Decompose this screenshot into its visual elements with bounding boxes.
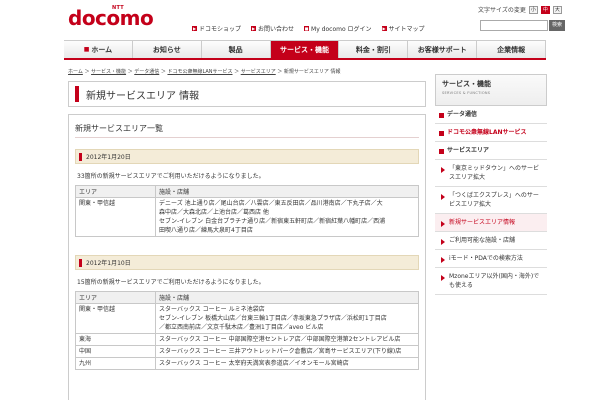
breadcrumb-wifi[interactable]: ドコモ公衆無線LANサービス <box>167 69 232 75</box>
table-header-row: エリア 施設・店舗 <box>75 291 419 304</box>
area-cell: 関東・甲信越 <box>75 197 156 237</box>
sidebar-item-mzone[interactable]: Mzoneエリア以外(国内・海外)でも使える <box>435 268 547 295</box>
table-row: 九州 スターバックス コーヒー 太宰府天満宮表参道店／イオンモール宮崎店 <box>75 357 419 370</box>
header: NTT docomo 文字サイズの変更 小 中 大 ▶ ドコモショップ ▶ お問い合… <box>0 0 610 38</box>
content-panel: 新規サービスエリア一覧 2012年1月20日 33箇所の新規サービスエリアでご利… <box>68 114 426 400</box>
lock-icon: ■ <box>304 26 310 31</box>
home-icon: ■ <box>83 46 90 53</box>
breadcrumb-area[interactable]: サービスエリア <box>241 69 276 75</box>
global-nav: ■ ホーム お知らせ 製品 サービス・機能 料金・割引 お客様サポート 企業情報 <box>64 40 547 60</box>
column-header-shop: 施設・店舗 <box>155 291 419 304</box>
shop-cell: スターバックス コーヒー 中部国際空港セントレア店／中部国際空港第2セントレアビ… <box>155 333 419 346</box>
shop-cell: デニーズ 池上通り店／尾山台店／八雲店／東五反田店／品川港南店／下丸子店／大 森… <box>155 197 419 237</box>
sidebar-title: サービス・機能 <box>442 80 491 88</box>
sidebar-item-imode-search[interactable]: iモード・PDAでの検索方法 <box>435 250 547 268</box>
table-row: 中国 スターバックス コーヒー 三井アウトレットパーク倉敷店／宮島サービスエリア… <box>75 345 419 358</box>
arrow-icon: ▶ <box>381 26 387 31</box>
date-heading: 2012年1月20日 <box>75 149 419 164</box>
util-link-shop[interactable]: ▶ ドコモショップ <box>192 24 241 33</box>
sidebar-subtitle: SERVICES & FUNCTIONS <box>442 91 491 95</box>
date-heading: 2012年1月10日 <box>75 255 419 270</box>
text-size-medium-button[interactable]: 中 <box>540 5 550 14</box>
divider <box>75 137 419 138</box>
text-size-label: 文字サイズの変更 <box>478 7 526 14</box>
page: NTT docomo 文字サイズの変更 小 中 大 ▶ ドコモショップ ▶ お問い合… <box>0 0 610 400</box>
nav-services[interactable]: サービス・機能 <box>270 41 340 58</box>
page-title-box: 新規サービスエリア 情報 <box>68 81 426 107</box>
table-row: 東海 スターバックス コーヒー 中部国際空港セントレア店／中部国際空港第2セント… <box>75 333 419 346</box>
column-header-area: エリア <box>75 185 156 198</box>
sidebar-item-data[interactable]: データ通信 <box>435 106 547 124</box>
nav-home[interactable]: ■ ホーム <box>64 41 133 58</box>
util-link-contact[interactable]: ▶ お問い合わせ <box>251 24 294 33</box>
breadcrumb-services[interactable]: サービス・機能 <box>91 69 126 75</box>
nav-corporate[interactable]: 企業情報 <box>477 41 547 58</box>
table-header-row: エリア 施設・店舗 <box>75 185 419 198</box>
search-input[interactable] <box>480 20 548 31</box>
nav-support[interactable]: お客様サポート <box>408 41 478 58</box>
shop-line: デニーズ 池上通り店／尾山台店／八雲店／東五反田店／品川港南店／下丸子店／大 <box>159 200 383 207</box>
breadcrumb-data[interactable]: データ通信 <box>134 69 159 75</box>
nav-news[interactable]: お知らせ <box>133 41 202 58</box>
area-cell: 関東・甲信越 <box>75 303 156 334</box>
title-accent-bar <box>75 86 79 102</box>
text-size-large-button[interactable]: 大 <box>552 5 562 14</box>
sidebar-item-midtown[interactable]: 「東京ミッドタウン」へのサービスエリア拡大 <box>435 160 547 187</box>
shop-line: 森中店／大森北店／上池台店／葛西店 他 <box>159 209 269 216</box>
text-size-small-button[interactable]: 小 <box>528 5 538 14</box>
sidebar-header: サービス・機能 SERVICES & FUNCTIONS <box>435 74 547 106</box>
shop-cell: スターバックス コーヒー 太宰府天満宮表参道店／イオンモール宮崎店 <box>155 357 419 370</box>
shop-line: スターバックス コーヒー ルミネ池袋店 <box>159 306 265 313</box>
util-link-mydocomo[interactable]: ■ My docomo ログイン <box>304 24 372 33</box>
sidebar-item-facilities[interactable]: ご利用可能な施設・店舗 <box>435 232 547 250</box>
sidebar-item-service-area[interactable]: サービスエリア <box>435 142 547 160</box>
utility-links: ▶ ドコモショップ ▶ お問い合わせ ■ My docomo ログイン ▶ サイトマップ <box>192 24 425 33</box>
area-cell: 九州 <box>75 357 156 370</box>
sidebar: サービス・機能 SERVICES & FUNCTIONS データ通信 ドコモ公衆… <box>435 74 547 295</box>
util-link-sitemap[interactable]: ▶ サイトマップ <box>381 24 425 33</box>
sidebar-item-tsukuba[interactable]: 「つくばエクスプレス」へのサービスエリア拡大 <box>435 187 547 214</box>
shop-line: ／都立西南前店／文京千駄木店／豊洲1丁目店／aveo ビル店 <box>159 324 324 331</box>
logo-ntt: NTT <box>112 5 125 11</box>
arrow-icon: ▶ <box>251 26 257 31</box>
sidebar-item-new-areas[interactable]: 新規サービスエリア情報 <box>435 214 547 232</box>
sidebar-item-wifi[interactable]: ドコモ公衆無線LANサービス <box>435 124 547 142</box>
search-button[interactable]: 検索 <box>549 20 565 31</box>
block-description: 33箇所の新規サービスエリアでご利用いただけるようになりました。 <box>77 173 265 180</box>
breadcrumb-home[interactable]: ホーム <box>68 69 83 75</box>
block-description: 15箇所の新規サービスエリアでご利用いただけるようになりました。 <box>77 279 265 286</box>
page-title: 新規サービスエリア 情報 <box>86 90 200 102</box>
nav-pricing[interactable]: 料金・割引 <box>339 41 409 58</box>
arrow-icon: ▶ <box>192 26 197 31</box>
nav-products[interactable]: 製品 <box>202 41 271 58</box>
table-row: 関東・甲信越 デニーズ 池上通り店／尾山台店／八雲店／東五反田店／品川港南店／下… <box>75 197 419 237</box>
shop-table: エリア 施設・店舗 関東・甲信越 スターバックス コーヒー ルミネ池袋店 セブン… <box>75 291 419 370</box>
area-cell: 中国 <box>75 345 156 358</box>
shop-table: エリア 施設・店舗 関東・甲信越 デニーズ 池上通り店／尾山台店／八雲店／東五反… <box>75 185 419 237</box>
shop-cell: スターバックス コーヒー 三井アウトレットパーク倉敷店／宮島サービスエリア(下り… <box>155 345 419 358</box>
docomo-logo[interactable]: NTT docomo <box>68 5 154 30</box>
section-title: 新規サービスエリア一覧 <box>75 124 163 133</box>
column-header-shop: 施設・店舗 <box>155 185 419 198</box>
shop-line: セブン-イレブン 白金台プラチナ通り店／新宿東五軒町店／新宿紅葉八幡町店／西浦 <box>159 218 386 225</box>
table-row: 関東・甲信越 スターバックス コーヒー ルミネ池袋店 セブン-イレブン 板橋大山… <box>75 303 419 334</box>
breadcrumb-current: 新規サービスエリア 情報 <box>283 69 341 75</box>
shop-line: 田喫八通り店／練馬大泉町4丁目店 <box>159 227 253 234</box>
breadcrumb: ホーム ＞ サービス・機能 ＞ データ通信 ＞ ドコモ公衆無線LANサービス ＞… <box>68 69 341 75</box>
area-cell: 東海 <box>75 333 156 346</box>
shop-line: セブン-イレブン 板橋大山店／台東三輪1丁目店／赤坂東急プラザ店／浜松町1丁目店 <box>159 315 387 322</box>
column-header-area: エリア <box>75 291 156 304</box>
text-size-control: 文字サイズの変更 小 中 大 <box>478 5 562 14</box>
logo-text: docomo <box>68 6 154 30</box>
shop-cell: スターバックス コーヒー ルミネ池袋店 セブン-イレブン 板橋大山店／台東三輪1… <box>155 303 419 334</box>
